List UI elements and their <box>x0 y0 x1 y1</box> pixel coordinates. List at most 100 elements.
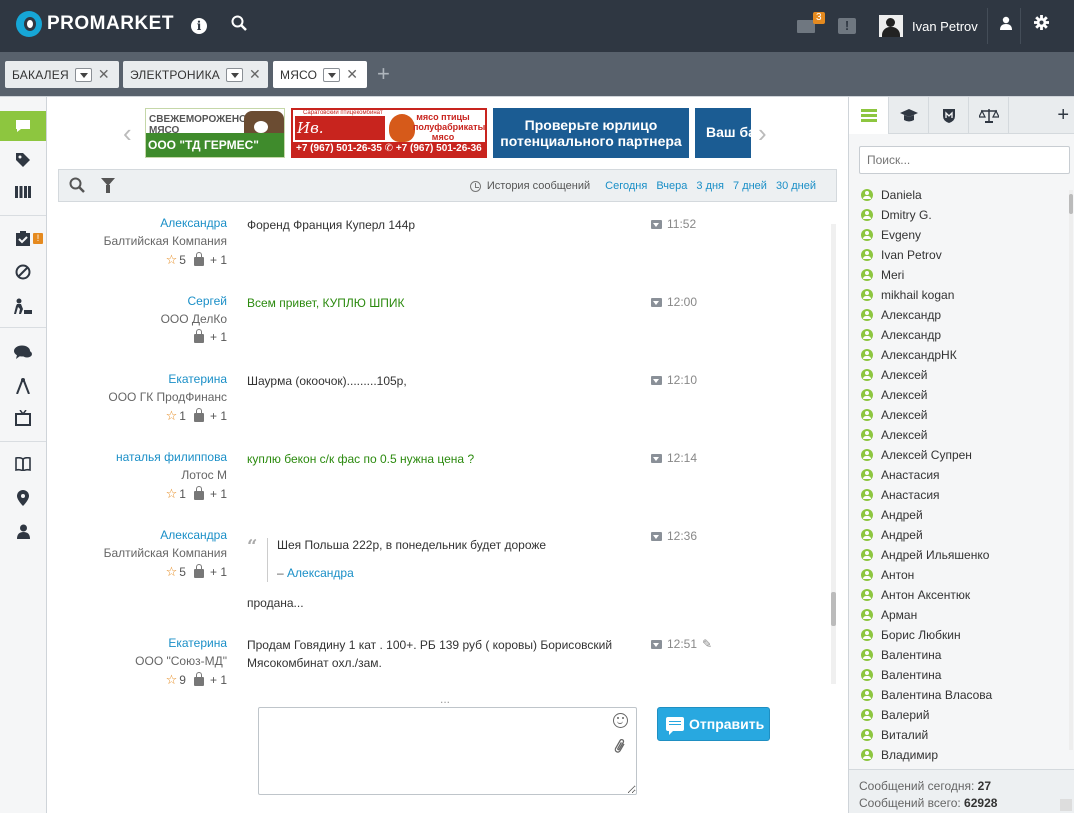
banner-next-arrow[interactable]: › <box>758 120 767 146</box>
chevron-down-icon[interactable] <box>226 67 243 82</box>
lock-icon[interactable] <box>193 563 204 578</box>
author-company[interactable]: ООО "Союз-МД" <box>135 654 227 668</box>
user-list-item[interactable]: Владимир <box>849 745 1069 765</box>
message-menu-icon[interactable] <box>651 531 662 541</box>
author-company[interactable]: Лотос М <box>181 468 227 482</box>
user-list-item[interactable]: Алексей <box>849 385 1069 405</box>
current-user[interactable]: Ivan Petrov <box>879 15 978 37</box>
author-name[interactable]: Екатерина <box>168 636 227 650</box>
user-list-item[interactable]: Daniela <box>849 185 1069 205</box>
banner-your-ad[interactable]: Ваш ба <box>695 108 751 158</box>
education-icon[interactable] <box>889 97 929 134</box>
history-link-3days[interactable]: 3 дня <box>696 180 724 192</box>
edit-icon[interactable]: ✎ <box>702 637 712 651</box>
user-list-item[interactable]: Валентина Власова <box>849 685 1069 705</box>
messages-scrollbar[interactable] <box>831 224 836 684</box>
message-menu-icon[interactable] <box>651 453 662 463</box>
banner-prev-arrow[interactable]: ‹ <box>123 120 132 146</box>
resize-handle[interactable]: ... <box>440 692 450 706</box>
user-list-item[interactable]: Ivan Petrov <box>849 245 1069 265</box>
quote-author-link[interactable]: Александра <box>287 566 354 580</box>
close-icon[interactable]: ✕ <box>98 66 110 83</box>
user-list-item[interactable]: Антон <box>849 565 1069 585</box>
chevron-down-icon[interactable] <box>323 67 341 82</box>
message-menu-icon[interactable] <box>651 375 662 385</box>
user-list-item[interactable]: Анастасия <box>849 465 1069 485</box>
user-list-item[interactable]: Алексей Супрен <box>849 445 1069 465</box>
lock-icon[interactable] <box>193 485 204 500</box>
smiley-icon[interactable] <box>613 713 628 728</box>
user-list-item[interactable]: Андрей Ильяшенко <box>849 545 1069 565</box>
user-list-item[interactable]: Алексей <box>849 425 1069 445</box>
banner-germes[interactable]: СВЕЖЕМОРОЖЕНОЕ МЯСО ООО "ТД ГЕРМЕС" <box>145 108 285 158</box>
user-list-item[interactable]: Evgeny <box>849 225 1069 245</box>
star-icon[interactable]: ☆ <box>166 408 178 424</box>
chat-icon[interactable] <box>0 111 46 141</box>
star-icon[interactable]: ☆ <box>166 564 178 580</box>
profile-icon[interactable] <box>995 15 1017 37</box>
user-list-item[interactable]: АлександрНК <box>849 345 1069 365</box>
lock-icon[interactable] <box>193 407 204 422</box>
star-icon[interactable]: ☆ <box>166 486 178 502</box>
chevron-down-icon[interactable] <box>74 67 92 82</box>
user-list-item[interactable]: Андрей <box>849 505 1069 525</box>
user-list-item[interactable]: Виталий <box>849 725 1069 745</box>
star-icon[interactable]: ☆ <box>166 252 178 268</box>
user-list-item[interactable]: Meri <box>849 265 1069 285</box>
scales-icon[interactable] <box>969 97 1009 134</box>
star-icon[interactable]: ☆ <box>166 672 178 688</box>
list-icon[interactable] <box>849 97 889 134</box>
discussions-icon[interactable] <box>0 337 46 367</box>
user-list-item[interactable]: Валерий <box>849 705 1069 725</box>
shield-icon[interactable] <box>929 97 969 134</box>
tv-icon[interactable] <box>0 403 46 433</box>
author-name[interactable]: Сергей <box>187 294 227 308</box>
author-name[interactable]: Александра <box>160 216 227 230</box>
author-company[interactable]: Балтийская Компания <box>104 234 227 248</box>
search-icon[interactable] <box>228 15 250 37</box>
user-icon[interactable] <box>0 516 46 546</box>
add-icon[interactable]: + <box>1057 105 1069 125</box>
history-link-7days[interactable]: 7 дней <box>733 180 767 192</box>
author-name[interactable]: Екатерина <box>168 372 227 386</box>
book-icon[interactable] <box>0 449 46 479</box>
map-pin-icon[interactable] <box>0 483 46 513</box>
close-icon[interactable]: ✕ <box>346 66 358 83</box>
search-icon[interactable] <box>69 177 85 197</box>
user-list-item[interactable]: Алексей <box>849 365 1069 385</box>
user-list-item[interactable]: Андрей <box>849 525 1069 545</box>
message-menu-icon[interactable] <box>651 297 662 307</box>
lock-icon[interactable] <box>193 328 204 343</box>
user-list-item[interactable]: Валентина <box>849 665 1069 685</box>
author-name[interactable]: наталья филиппова <box>116 450 227 464</box>
tab-bakaleya[interactable]: БАКАЛЕЯ ✕ <box>5 61 119 88</box>
history-link-today[interactable]: Сегодня <box>605 180 647 192</box>
filter-icon[interactable] <box>101 178 115 193</box>
add-tab-icon[interactable]: + <box>377 63 390 85</box>
user-search-input[interactable] <box>859 146 1070 174</box>
alert-icon[interactable]: ! <box>836 15 858 37</box>
history-link-yesterday[interactable]: Вчера <box>656 180 687 192</box>
info-icon[interactable]: i <box>188 15 210 37</box>
gear-icon[interactable] <box>1030 15 1052 37</box>
send-button[interactable]: Отправить <box>657 707 770 741</box>
author-company[interactable]: ООО ДелКо <box>161 312 227 326</box>
author-name[interactable]: Александра <box>160 528 227 542</box>
user-list-scrollbar[interactable] <box>1069 190 1073 750</box>
resize-grip-icon[interactable] <box>1060 799 1072 811</box>
banner-check-company[interactable]: Проверьте юрлицо потенциального партнера <box>493 108 689 158</box>
blocked-icon[interactable] <box>0 257 46 287</box>
worker-icon[interactable] <box>0 291 46 321</box>
author-company[interactable]: ООО ГК ПродФинанс <box>108 390 227 404</box>
promarket-logo[interactable]: PROMARKET <box>16 11 174 37</box>
message-input[interactable] <box>258 707 637 795</box>
user-list-item[interactable]: mikhail kogan <box>849 285 1069 305</box>
compass-icon[interactable] <box>0 371 46 401</box>
user-list-item[interactable]: Антон Аксентюк <box>849 585 1069 605</box>
user-list-item[interactable]: Dmitry G. <box>849 205 1069 225</box>
close-icon[interactable]: ✕ <box>249 66 261 83</box>
message-menu-icon[interactable] <box>651 639 662 649</box>
user-list-item[interactable]: Валентина <box>849 645 1069 665</box>
user-list-item[interactable]: Арман <box>849 605 1069 625</box>
history-link-30days[interactable]: 30 дней <box>776 180 816 192</box>
